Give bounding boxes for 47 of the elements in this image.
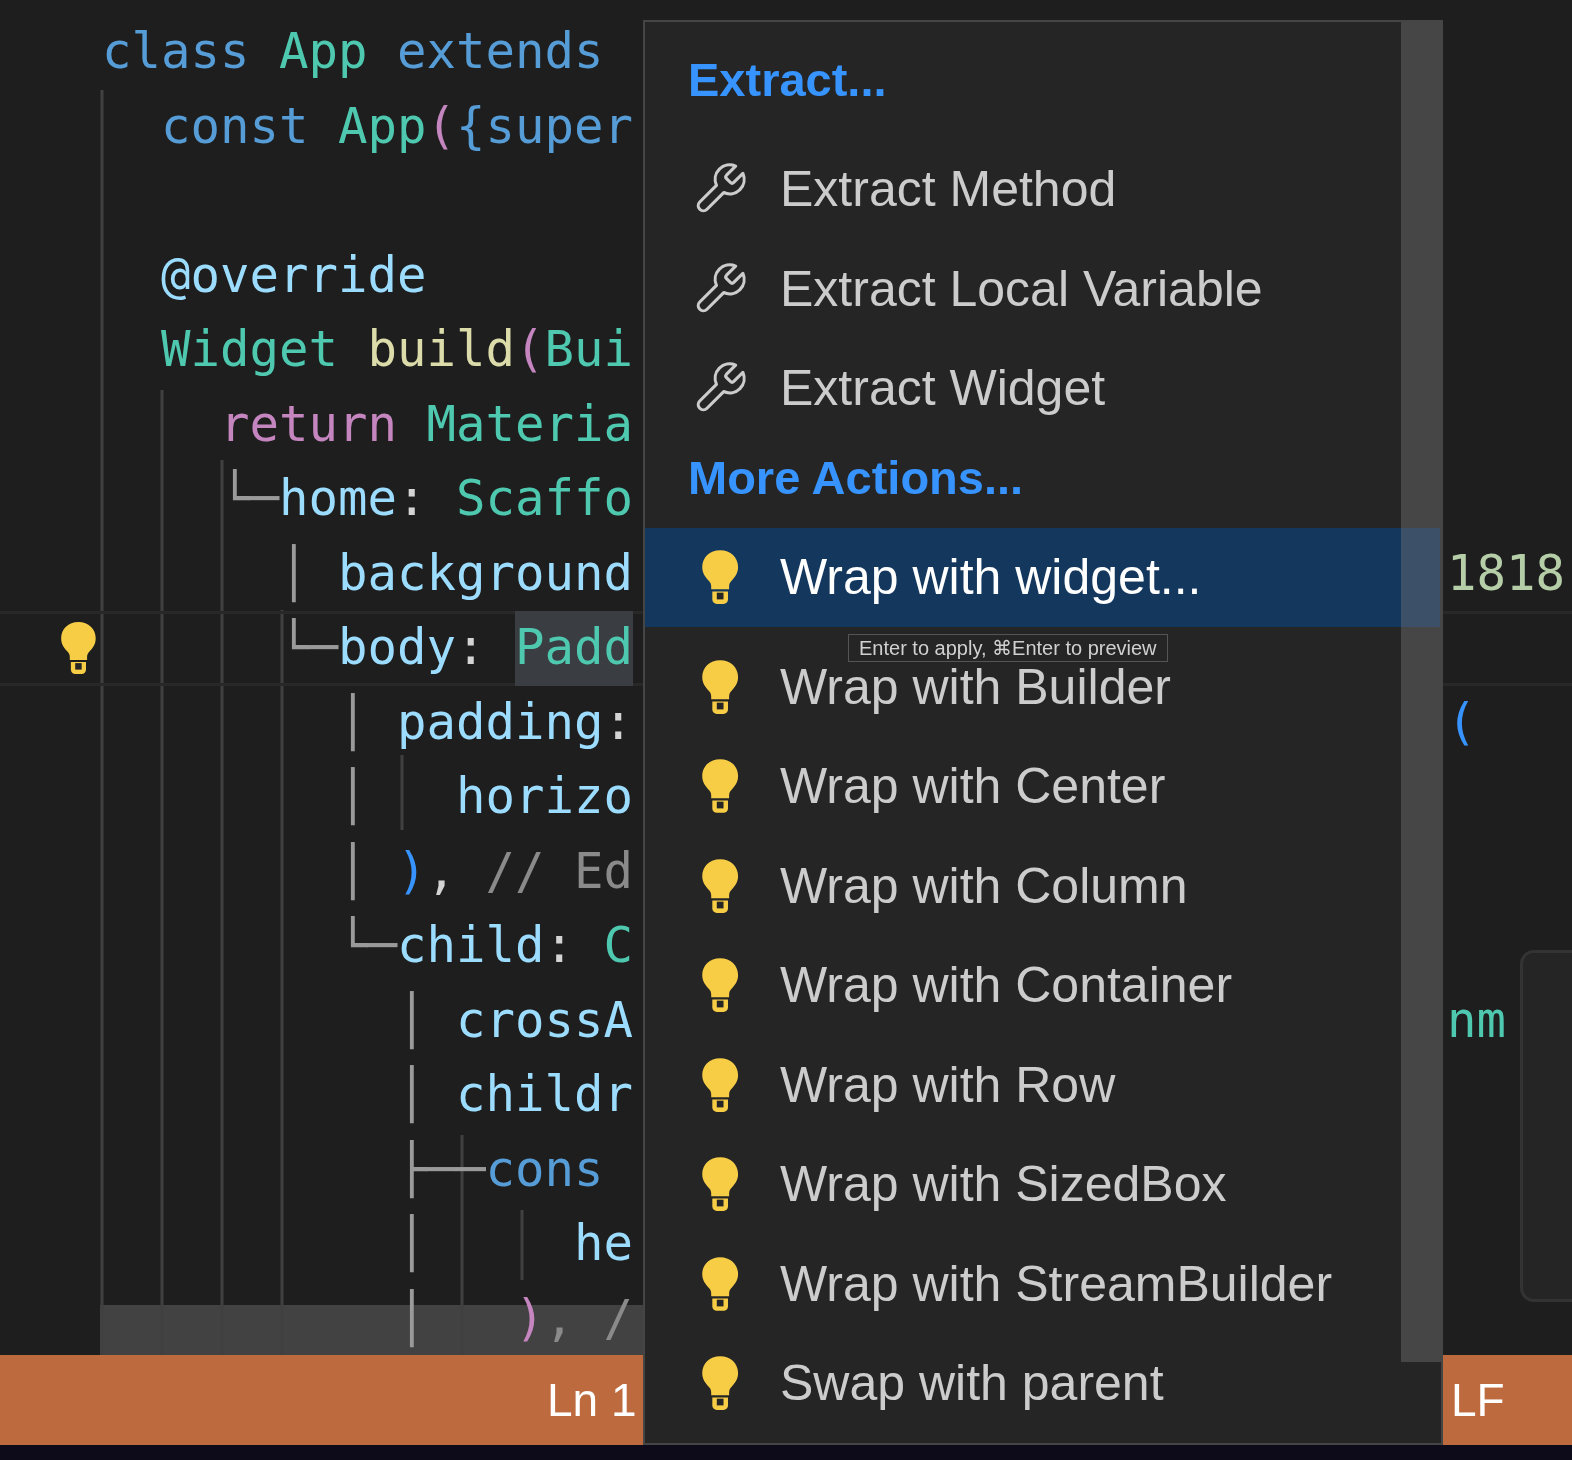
lightbulb-icon [699,1355,741,1411]
code-line: └─child: C [337,915,634,976]
lightbulb-icon [699,1056,741,1113]
cursor-position[interactable]: Ln 1 [0,1373,637,1427]
menu-item[interactable]: Extract Local Variable [645,258,1440,319]
menu-item[interactable]: Wrap with Container [645,955,1440,1015]
line-ending[interactable]: LF [1447,1373,1505,1427]
lightbulb-icon [699,549,741,606]
menu-item[interactable]: Wrap with widget... [645,527,1440,627]
menu-item[interactable]: Swap with parent [645,1353,1440,1413]
code-line: │ background [278,543,634,605]
code-fragment: 1818 [1447,543,1566,604]
lightbulb-icon [699,1255,741,1312]
code-line: └─home: Scaffo [219,468,634,529]
menu-item[interactable]: Wrap with SizedBox [645,1154,1440,1214]
code-line: Widget build(Bui [160,320,634,380]
lightbulb-icon [699,857,741,914]
menu-item[interactable]: Extract Method [645,159,1440,219]
code-line: ├──cons [396,1139,604,1201]
menu-item[interactable]: Wrap with Row [645,1054,1440,1115]
lightbulb-icon [699,658,741,715]
menu-item[interactable]: Wrap with Center [645,756,1440,816]
code-line: │ he [396,1213,634,1275]
code-line: │ padding: [337,692,634,754]
lightbulb-icon [699,1156,741,1212]
menu-item[interactable]: Wrap with Column [645,855,1440,916]
code-line: └─body: Padd [102,611,634,686]
code-line: │ ), // Ed [337,841,634,903]
code-line: │ horizo [337,766,634,828]
menu-group-title: More Actions... [687,450,1025,507]
menu-item[interactable]: Extract Widget [645,358,1440,418]
lightbulb-icon [699,758,741,814]
scrollbar-thumb[interactable] [1401,22,1441,1362]
code-fragment: ( [1447,692,1478,753]
code-line: @override [160,245,427,306]
tooltip: Enter to apply, ⌘Enter to preview [848,634,1168,662]
code-line: const App({super [160,96,634,157]
code-line: │ crossA [396,990,634,1052]
code-line: │ childr [396,1064,634,1126]
code-line: class App extends [102,22,604,82]
lightbulb-icon [59,621,98,676]
menu-item[interactable]: Wrap with StreamBuilder [645,1253,1440,1314]
code-fragment: nm [1447,990,1507,1051]
menu-group-title: Extract... [687,52,888,109]
lightbulb-icon [699,957,741,1013]
code-line: │ ), / [396,1288,634,1350]
code-line: return Materia [219,394,634,455]
